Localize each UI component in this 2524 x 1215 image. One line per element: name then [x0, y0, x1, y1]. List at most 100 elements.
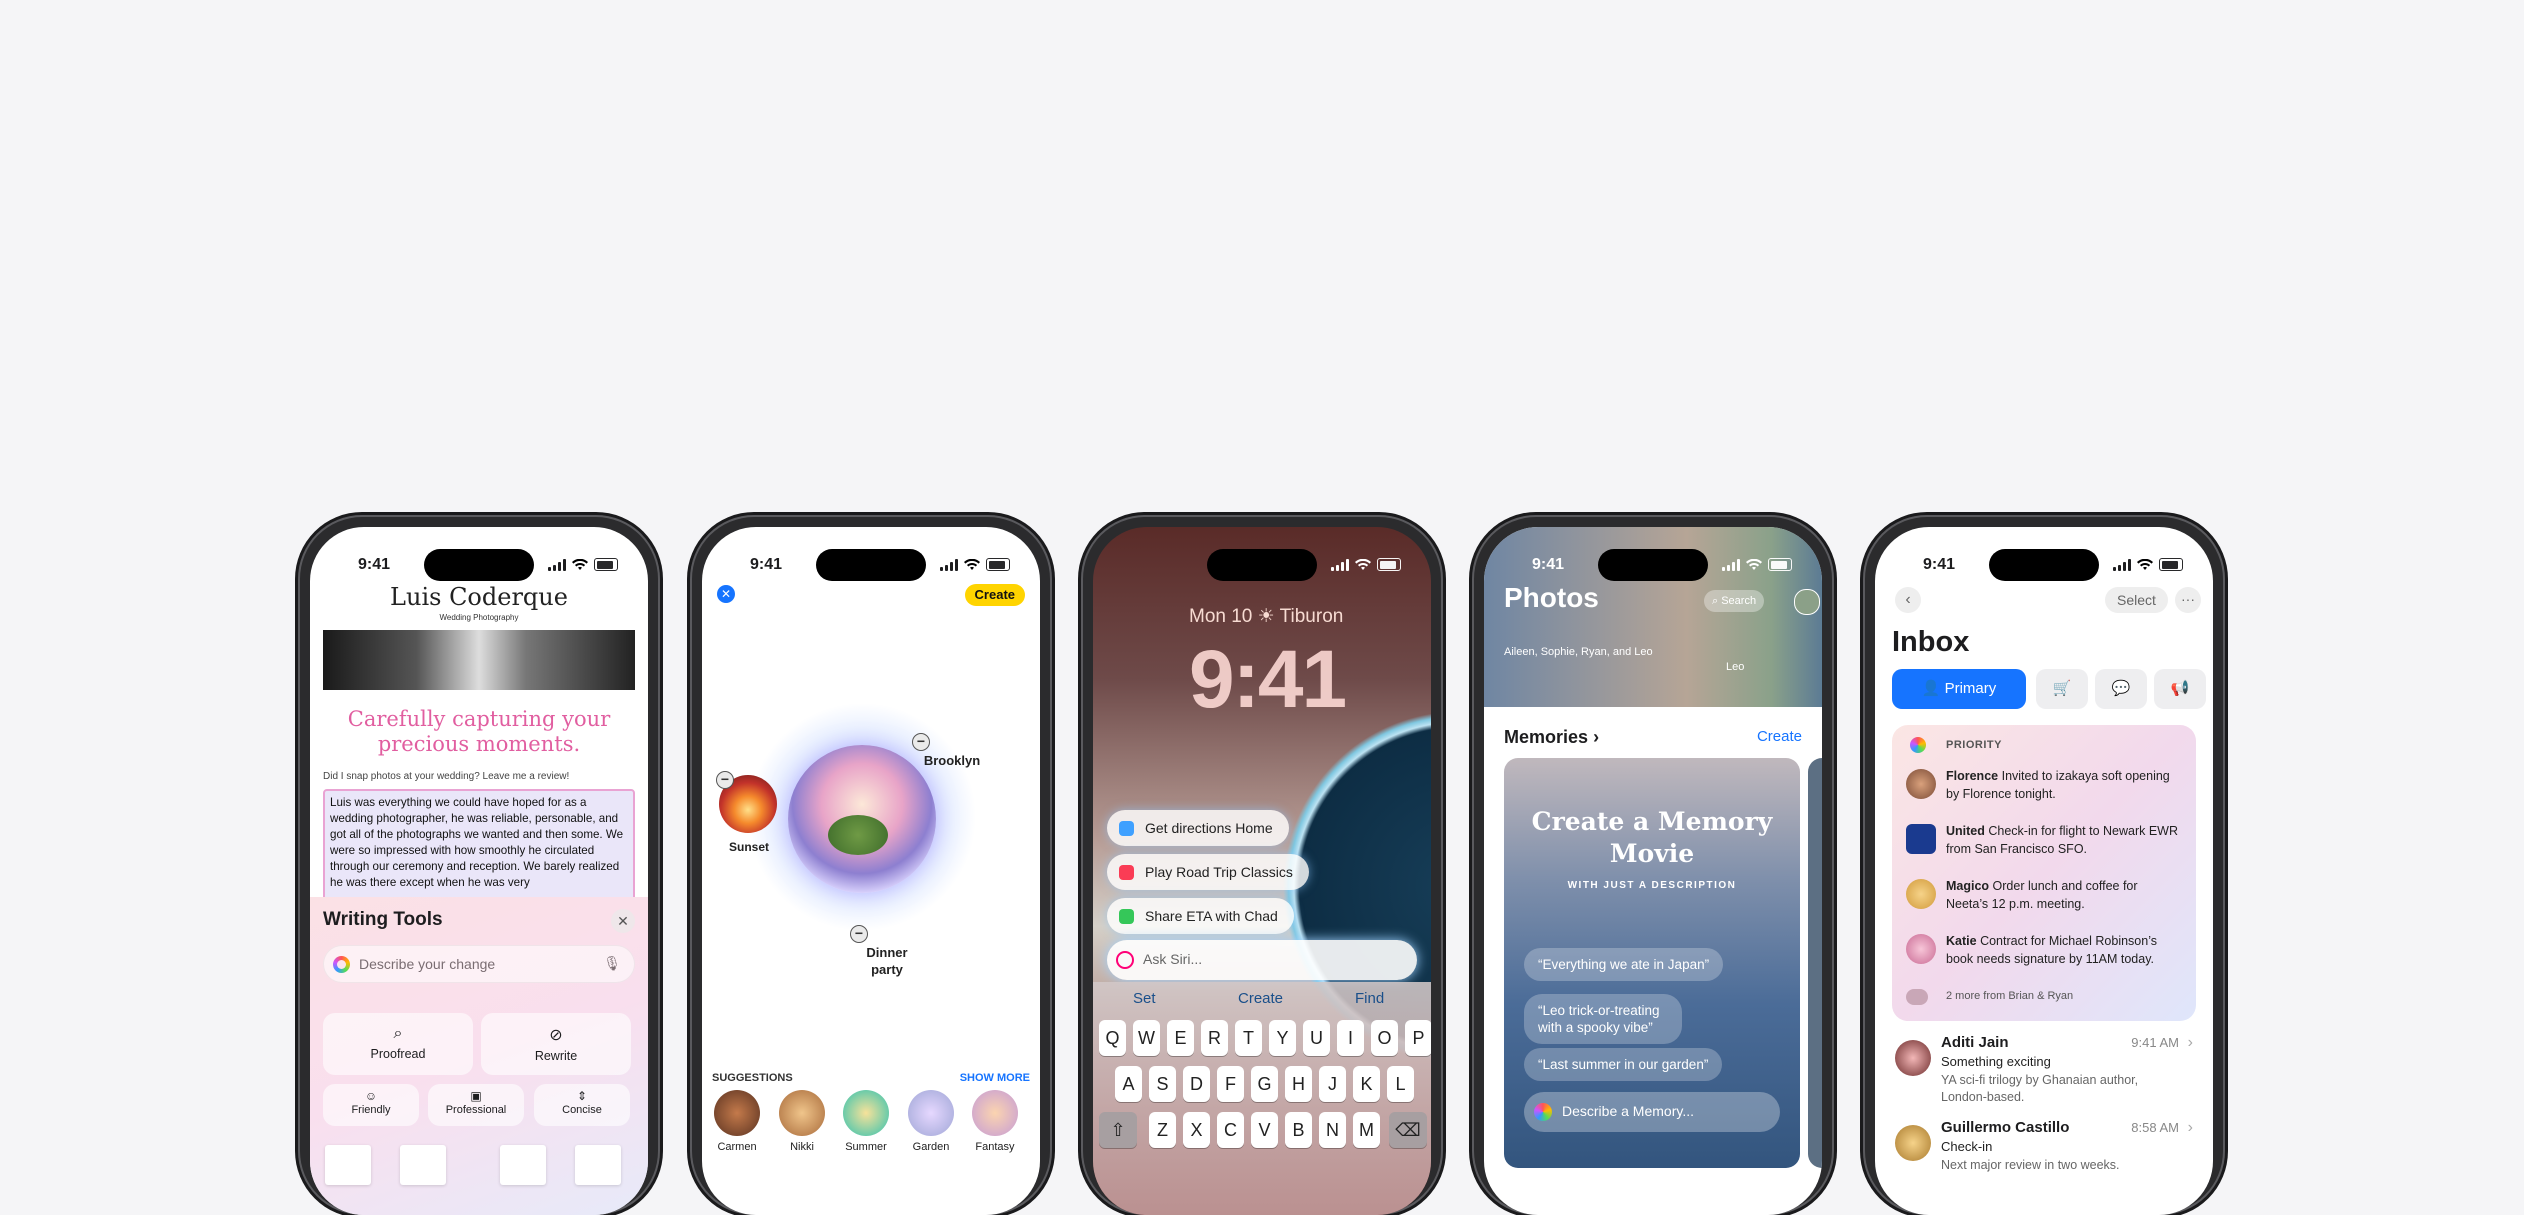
key-o[interactable]: O	[1371, 1020, 1398, 1056]
mail-item[interactable]: Guillermo Castillo 8:58 AM › Check-in Ne…	[1895, 1119, 2193, 1191]
suggestion-summer[interactable]	[843, 1090, 889, 1136]
updates-tab[interactable]: 💬	[2095, 669, 2147, 709]
key-q[interactable]: Q	[1099, 1020, 1126, 1056]
memories-label: Memories	[1504, 727, 1589, 747]
describe-change-input[interactable]: Describe your change 🎙	[323, 945, 635, 983]
key-y[interactable]: Y	[1269, 1020, 1296, 1056]
key-z[interactable]: Z	[1149, 1112, 1176, 1148]
key-w[interactable]: W	[1133, 1020, 1160, 1056]
suggestion-label: Fantasy	[975, 1141, 1015, 1153]
primary-tab[interactable]: 👤 Primary	[1892, 669, 2026, 709]
friendly-button[interactable]: ☺ Friendly	[323, 1084, 419, 1126]
avatar[interactable]	[1794, 589, 1820, 615]
memories-heading[interactable]: Memories ›	[1504, 727, 1599, 748]
key-j[interactable]: J	[1319, 1066, 1346, 1102]
key-f[interactable]: F	[1217, 1066, 1244, 1102]
keyboard-suggestion[interactable]: Set	[1133, 990, 1156, 1007]
mail-item[interactable]: Aditi Jain 9:41 AM › Something exciting …	[1895, 1034, 2193, 1106]
apple-intelligence-icon	[333, 956, 350, 973]
summary-doc-thumbnail[interactable]	[325, 1145, 371, 1185]
remove-brooklyn-icon[interactable]: −	[912, 733, 930, 751]
memory-prompt-leo[interactable]: “Leo trick-or-treating with a spooky vib…	[1524, 994, 1682, 1044]
key-c[interactable]: C	[1217, 1112, 1244, 1148]
key-b[interactable]: B	[1285, 1112, 1312, 1148]
remove-dinner-icon[interactable]: −	[850, 925, 868, 943]
key-a[interactable]: A	[1115, 1066, 1142, 1102]
phone-mail: 9:41 ‹ Select ··· Inbox 👤 Primary 🛒 💬 📢 …	[1863, 515, 2225, 1215]
keyboard-suggestion[interactable]: Create	[1238, 990, 1283, 1007]
memory-movie-card[interactable]: Create a Memory Movie WITH JUST A DESCRI…	[1504, 758, 1800, 1168]
professional-button[interactable]: ▣ Professional	[428, 1084, 524, 1126]
key-k[interactable]: K	[1353, 1066, 1380, 1102]
siri-suggestion-directions[interactable]: Get directions Home	[1107, 810, 1289, 846]
key-n[interactable]: N	[1319, 1112, 1346, 1148]
status-time: 9:41	[1923, 556, 1956, 573]
priority-item[interactable]: Magico Order lunch and coffee for Neeta’…	[1906, 877, 2182, 929]
close-icon[interactable]: ✕	[611, 909, 635, 933]
mail-time: 8:58 AM	[2131, 1120, 2179, 1135]
create-button[interactable]: Create	[964, 584, 1025, 606]
key-u[interactable]: U	[1303, 1020, 1330, 1056]
professional-label: Professional	[445, 1104, 507, 1116]
avatar	[1906, 769, 1936, 799]
suggestion-garden[interactable]	[908, 1090, 954, 1136]
suggestion-label: Nikki	[790, 1141, 814, 1153]
close-icon[interactable]: ✕	[717, 585, 735, 603]
table-doc-thumbnail[interactable]	[575, 1145, 621, 1185]
wifi-icon	[2137, 558, 2153, 570]
keypoints-doc-thumbnail[interactable]	[400, 1145, 446, 1185]
suggestion-fantasy[interactable]	[972, 1090, 1018, 1136]
show-more-link[interactable]: SHOW MORE	[960, 1072, 1030, 1084]
back-button[interactable]: ‹	[1895, 587, 1921, 613]
rewrite-button[interactable]: ⊘ Rewrite	[481, 1013, 631, 1075]
key-v[interactable]: V	[1251, 1112, 1278, 1148]
status-icons	[940, 558, 1010, 571]
delete-icon[interactable]: ⌫	[1389, 1112, 1427, 1148]
key-l[interactable]: L	[1387, 1066, 1414, 1102]
list-doc-thumbnail[interactable]	[500, 1145, 546, 1185]
key-x[interactable]: X	[1183, 1112, 1210, 1148]
siri-suggestion-music[interactable]: Play Road Trip Classics	[1107, 854, 1309, 890]
priority-item[interactable]: Katie Contract for Michael Robinson’s bo…	[1906, 932, 2182, 984]
key-r[interactable]: R	[1201, 1020, 1228, 1056]
ask-siri-input[interactable]: Ask Siri...	[1107, 940, 1417, 980]
key-m[interactable]: M	[1353, 1112, 1380, 1148]
priority-item[interactable]: Florence Invited to izakaya soft opening…	[1906, 767, 2182, 819]
maps-icon	[1119, 821, 1134, 836]
key-i[interactable]: I	[1337, 1020, 1364, 1056]
priority-item[interactable]: United Check-in for flight to Newark EWR…	[1906, 822, 2182, 874]
key-t[interactable]: T	[1235, 1020, 1262, 1056]
microphone-icon[interactable]: 🎙	[603, 955, 621, 972]
next-memory-card[interactable]	[1808, 758, 1822, 1168]
key-s[interactable]: S	[1149, 1066, 1176, 1102]
search-button[interactable]: ⌕ Search	[1704, 590, 1765, 612]
describe-memory-input[interactable]: Describe a Memory...	[1524, 1092, 1780, 1132]
key-g[interactable]: G	[1251, 1066, 1278, 1102]
proofread-button[interactable]: ⌕ Proofread	[323, 1013, 473, 1075]
transactions-tab[interactable]: 🛒	[2036, 669, 2088, 709]
create-memory-link[interactable]: Create	[1757, 728, 1802, 745]
key-d[interactable]: D	[1183, 1066, 1210, 1102]
suggestion-carmen[interactable]	[714, 1090, 760, 1136]
cellular-icon	[940, 558, 958, 571]
sender-name: Katie	[1946, 934, 1977, 948]
concise-button[interactable]: ⇕ Concise	[534, 1084, 630, 1126]
status-icons	[2113, 558, 2183, 571]
key-h[interactable]: H	[1285, 1066, 1312, 1102]
memory-prompt-garden[interactable]: “Last summer in our garden”	[1524, 1048, 1723, 1081]
promotions-tab[interactable]: 📢	[2154, 669, 2206, 709]
review-text-field[interactable]: Luis was everything we could have hoped …	[323, 789, 635, 909]
keyboard-suggestion[interactable]: Find	[1355, 990, 1384, 1007]
suggestion-nikki[interactable]	[779, 1090, 825, 1136]
siri-suggestion-eta[interactable]: Share ETA with Chad	[1107, 898, 1294, 934]
remove-sunset-icon[interactable]: −	[716, 771, 734, 789]
priority-text: Contract for Michael Robinson’s book nee…	[1946, 934, 2157, 966]
more-options-icon[interactable]: ···	[2175, 587, 2201, 613]
key-p[interactable]: P	[1405, 1020, 1431, 1056]
review-prompt: Did I snap photos at your wedding? Leave…	[323, 771, 570, 782]
key-e[interactable]: E	[1167, 1020, 1194, 1056]
select-button[interactable]: Select	[2105, 587, 2168, 613]
shift-icon[interactable]: ⇧	[1099, 1112, 1137, 1148]
more-from-link[interactable]: 2 more from Brian & Ryan	[1946, 990, 2073, 1002]
memory-prompt-japan[interactable]: “Everything we ate in Japan”	[1524, 948, 1724, 981]
